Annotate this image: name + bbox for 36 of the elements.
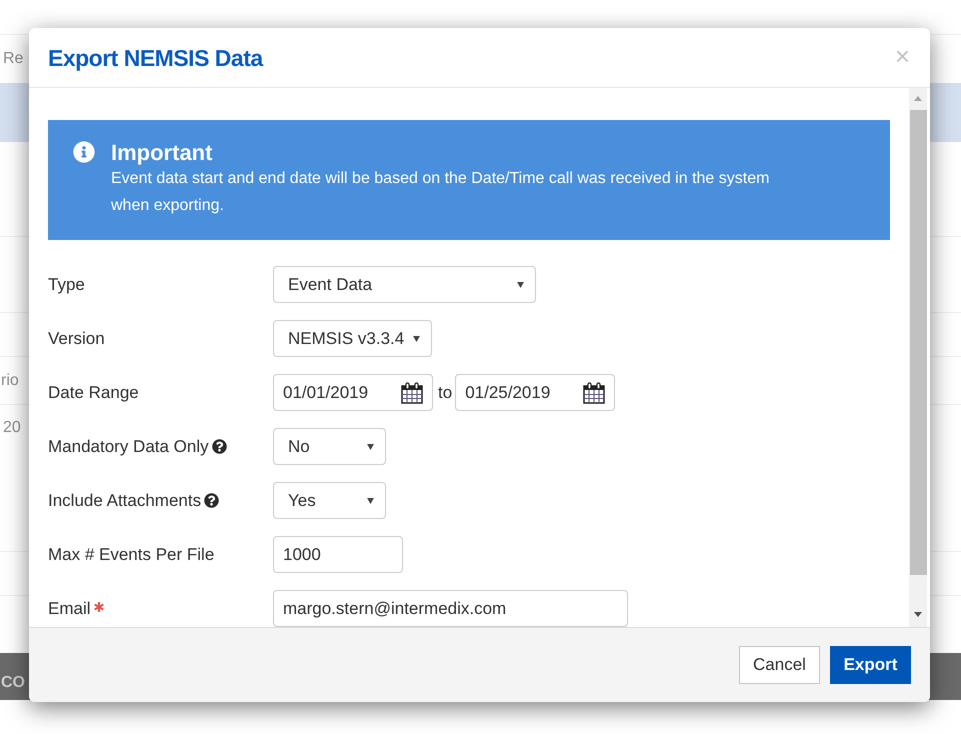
field-label: Type bbox=[48, 274, 85, 296]
scrollbar-thumb[interactable] bbox=[910, 110, 926, 575]
help-icon[interactable] bbox=[204, 493, 220, 508]
export-button[interactable]: Export bbox=[830, 646, 911, 684]
select-field[interactable]: No bbox=[273, 428, 386, 465]
info-icon bbox=[73, 141, 95, 163]
page-text-fragment: CO bbox=[1, 673, 25, 693]
notice-title: Important bbox=[111, 141, 214, 165]
date-field[interactable]: 01/25/2019 bbox=[455, 374, 616, 411]
text-field[interactable]: margo.stern@intermedix.com bbox=[273, 590, 628, 627]
text-field[interactable]: 1000 bbox=[273, 536, 403, 573]
caret-down-icon bbox=[367, 498, 374, 504]
field-label: Email bbox=[48, 598, 91, 620]
dialog-title: Export NEMSIS Data bbox=[48, 44, 263, 72]
calendar-icon bbox=[583, 382, 606, 404]
page-text-fragment: Re bbox=[3, 49, 24, 69]
notice-text: Event data start and end date will be based on the Date/Time call was received in the system when exporting. bbox=[111, 169, 770, 216]
field-label: Date Range bbox=[48, 382, 139, 404]
select-field[interactable]: Event Data bbox=[273, 266, 536, 303]
field-label: Include Attachments bbox=[48, 490, 202, 512]
help-icon[interactable] bbox=[212, 439, 227, 454]
scroll-down-icon[interactable] bbox=[914, 612, 922, 617]
range-separator: to bbox=[438, 382, 452, 404]
caret-down-icon bbox=[367, 444, 374, 450]
page-text-fragment: rio bbox=[1, 370, 19, 390]
date-field[interactable]: 01/01/2019 bbox=[273, 374, 433, 411]
select-field[interactable]: Yes bbox=[273, 482, 386, 519]
calendar-icon bbox=[401, 382, 423, 404]
caret-down-icon bbox=[517, 282, 524, 288]
page-text-fragment: 20 bbox=[3, 418, 21, 438]
field-label: Version bbox=[48, 328, 105, 350]
field-label: Mandatory Data Only bbox=[48, 436, 209, 458]
caret-down-icon bbox=[413, 336, 420, 342]
cancel-button[interactable]: Cancel bbox=[739, 646, 820, 684]
select-field[interactable]: NEMSIS v3.3.4 bbox=[273, 320, 432, 357]
field-label: Max # Events Per File bbox=[48, 544, 214, 566]
